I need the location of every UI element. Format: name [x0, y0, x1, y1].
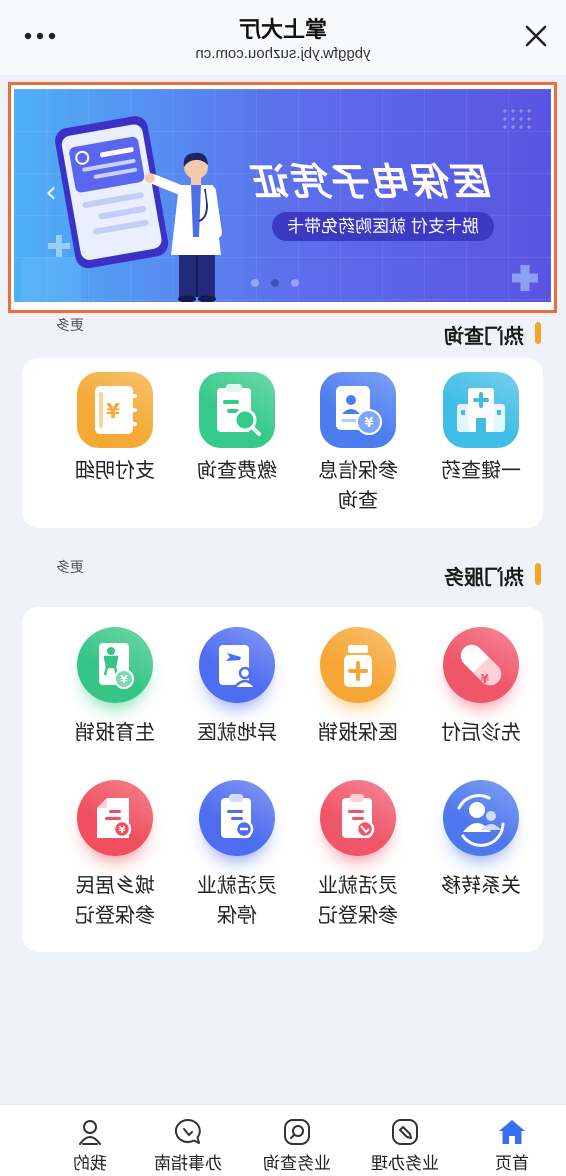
service-item-pay-later[interactable]: ¥ 先诊后付 — [421, 627, 541, 748]
tab-business-handle[interactable]: 业务办理 — [355, 1105, 455, 1176]
service-item-label: 关系转移 — [441, 875, 521, 897]
hospital-icon — [443, 372, 519, 448]
tab-guide[interactable]: 办事指南 — [138, 1105, 238, 1176]
tab-home[interactable]: 首页 — [462, 1105, 562, 1176]
business-handle-icon — [392, 1119, 418, 1145]
hot-service-more-link[interactable]: 更多 — [56, 557, 84, 577]
carousel-dot[interactable] — [251, 279, 259, 287]
section-title-hot-query: 热门查询 — [444, 326, 524, 348]
tab-label: 首页 — [495, 1154, 529, 1173]
section-accent-bar — [535, 563, 541, 585]
tab-business-search[interactable]: 业务查询 — [247, 1105, 347, 1176]
register-clipboard-icon — [320, 780, 396, 856]
service-item-label: 灵活就业停保 — [197, 875, 277, 927]
service-item-label: 异地就医 — [197, 722, 277, 744]
service-item-label: 灵活就业参保登记 — [318, 875, 398, 927]
query-item-label: 参保信息查询 — [318, 460, 398, 512]
carousel-dot[interactable] — [271, 279, 279, 287]
hot-query-more-link[interactable]: 更多 — [56, 315, 84, 335]
svg-text:¥: ¥ — [480, 672, 489, 686]
service-item-label: 城乡居民参保登记 — [75, 875, 155, 927]
query-item-insurance-info[interactable]: ¥ 参保信息查询 — [298, 372, 418, 516]
svg-text:¥: ¥ — [118, 825, 125, 836]
service-item-offsite-care[interactable]: 异地就医 — [177, 627, 297, 748]
banner-next-arrow[interactable]: › — [45, 175, 57, 210]
stop-clipboard-icon — [199, 780, 275, 856]
tab-label: 业务查询 — [263, 1154, 331, 1173]
service-item-label: 医保报销 — [318, 722, 398, 744]
service-item-flexible-stop[interactable]: 灵活就业停保 — [177, 780, 297, 931]
payment-search-icon — [199, 372, 275, 448]
svg-text:¥: ¥ — [364, 416, 373, 431]
service-item-reimbursement[interactable]: 医保报销 — [298, 627, 418, 748]
query-item-label: 支付明细 — [75, 460, 155, 482]
service-item-transfer[interactable]: 关系转移 — [421, 780, 541, 901]
travel-card-icon — [199, 627, 275, 703]
banner-subtitle: 脱卡支付 就医购药免带卡 — [272, 212, 494, 241]
tab-label: 办事指南 — [154, 1154, 222, 1173]
query-item-label: 缴费查询 — [197, 460, 277, 482]
bottom-tab-bar: 首页 业务办理 业务查询 办事指南 我的 — [0, 1104, 566, 1176]
query-item-payment-search[interactable]: 缴费查询 — [177, 372, 297, 486]
service-item-resident-register[interactable]: ¥ 城乡居民参保登记 — [55, 780, 175, 931]
banner-title: 医保电子凭证 — [252, 162, 493, 204]
query-item-payment-detail[interactable]: ¥ 支付明细 — [55, 372, 175, 486]
carousel-dot[interactable] — [291, 279, 299, 287]
transfer-users-icon — [443, 780, 519, 856]
service-item-flexible-register[interactable]: 灵活就业参保登记 — [298, 780, 418, 931]
payment-ledger-icon: ¥ — [77, 372, 153, 448]
hot-service-card: ¥ 先诊后付 医保报销 异地就医 ¥ 生育报销 关系转移 灵活就业参保登记 灵活… — [22, 607, 543, 952]
capsule-icon: ¥ — [443, 627, 519, 703]
profile-icon — [79, 1120, 101, 1145]
mini-program-page: 掌上大厅 ybggfw.ybj.suzhou.com.cn 医保电子凭证 脱卡支… — [0, 0, 566, 1176]
resident-document-icon: ¥ — [77, 780, 153, 856]
page-title: 掌上大厅 — [239, 17, 328, 42]
query-item-label: 一键查药 — [441, 460, 521, 482]
banner-carousel[interactable]: 医保电子凭证 脱卡支付 就医购药免带卡 › — [14, 89, 551, 302]
hot-query-card: 一键查药 ¥ 参保信息查询 缴费查询 ¥ 支付明细 — [22, 358, 543, 528]
title-bar: 掌上大厅 ybggfw.ybj.suzhou.com.cn — [0, 0, 566, 75]
guide-chat-icon — [174, 1118, 201, 1144]
business-search-icon — [284, 1119, 310, 1145]
section-title-hot-service: 热门服务 — [444, 567, 524, 589]
section-accent-bar — [535, 322, 541, 344]
service-item-label: 先诊后付 — [441, 722, 521, 744]
service-item-label: 生育报销 — [75, 722, 155, 744]
svg-text:¥: ¥ — [120, 673, 128, 686]
insurance-card-icon: ¥ — [320, 372, 396, 448]
tab-label: 我的 — [73, 1154, 107, 1173]
tab-label: 业务办理 — [371, 1154, 439, 1173]
medicine-bottle-icon — [320, 627, 396, 703]
more-options-icon[interactable] — [22, 30, 58, 42]
home-icon — [499, 1120, 525, 1144]
svg-text:¥: ¥ — [106, 399, 120, 423]
maternity-card-icon: ¥ — [77, 627, 153, 703]
carousel-indicator — [249, 279, 301, 287]
tab-profile[interactable]: 我的 — [40, 1105, 140, 1176]
query-item-drug-search[interactable]: 一键查药 — [421, 372, 541, 486]
page-url: ybggfw.ybj.suzhou.com.cn — [195, 45, 371, 62]
service-item-maternity[interactable]: ¥ 生育报销 — [55, 627, 175, 748]
